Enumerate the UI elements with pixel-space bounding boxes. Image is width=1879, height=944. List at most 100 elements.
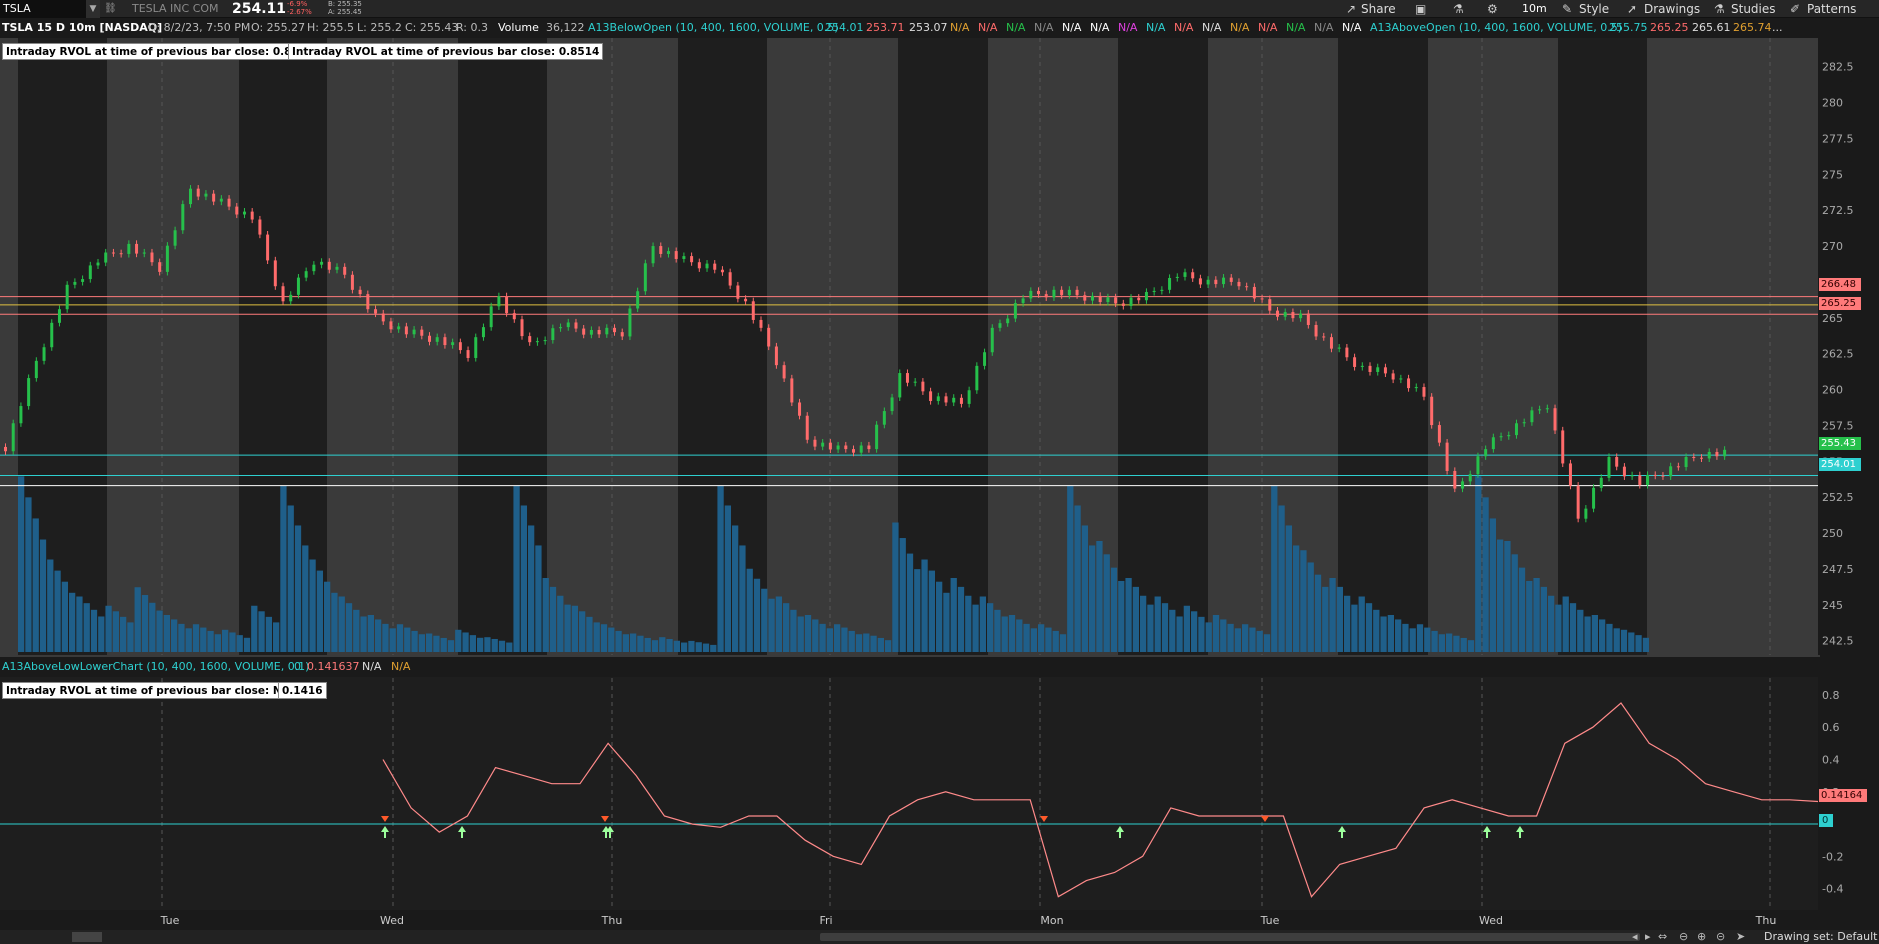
volume-bar bbox=[120, 616, 127, 652]
volume-bar bbox=[651, 640, 659, 652]
candle-body bbox=[327, 261, 331, 270]
price-tag-red-2: 265.25 bbox=[1819, 297, 1861, 310]
zoom-out-icon[interactable]: ⊖ bbox=[1679, 930, 1688, 944]
volume-bar bbox=[1409, 628, 1416, 652]
volume-bar bbox=[287, 505, 294, 652]
candle-body bbox=[589, 329, 593, 335]
volume-bar bbox=[1067, 485, 1074, 652]
volume-bar bbox=[630, 633, 637, 652]
scroll-right-icon[interactable]: ▸ bbox=[1645, 930, 1651, 944]
volume-bar bbox=[1169, 609, 1176, 652]
candle-body bbox=[1684, 456, 1688, 468]
volume-bar bbox=[1387, 615, 1394, 652]
collapse-pane-icon[interactable] bbox=[72, 932, 102, 942]
lower-study-value4: N/A bbox=[391, 660, 411, 673]
candle-body bbox=[605, 327, 609, 335]
candle-body bbox=[1322, 336, 1326, 338]
volume-bar bbox=[171, 619, 178, 652]
candle-body bbox=[720, 269, 724, 273]
candle-body bbox=[350, 274, 354, 290]
volume-bar bbox=[1351, 604, 1358, 652]
candle-body bbox=[466, 350, 470, 358]
volume-bar bbox=[1191, 611, 1198, 652]
zoom-fit-icon[interactable]: ⊝ bbox=[1716, 930, 1725, 944]
scroll-left-icon[interactable]: ◂ bbox=[1632, 930, 1638, 944]
candle-body bbox=[643, 263, 647, 292]
candle-body bbox=[1360, 365, 1364, 367]
candle-body bbox=[204, 193, 208, 197]
candle-body bbox=[374, 309, 378, 314]
candle-body bbox=[219, 198, 223, 202]
volume-bar bbox=[447, 640, 455, 652]
candle-body bbox=[929, 391, 933, 402]
lower-study-value2: 0.141637 bbox=[307, 660, 360, 673]
volume-bar bbox=[25, 497, 32, 652]
volume-bar bbox=[724, 505, 731, 652]
candle-body bbox=[798, 402, 802, 416]
candle-body bbox=[728, 272, 732, 286]
volume-bar bbox=[1577, 609, 1584, 652]
candle-body bbox=[1561, 430, 1565, 464]
volume-bar bbox=[1395, 619, 1402, 652]
volume-bar bbox=[549, 586, 557, 652]
volume-bar bbox=[1176, 616, 1183, 652]
candle-body bbox=[1607, 456, 1611, 478]
drawing-set[interactable]: Drawing set: Default bbox=[1764, 930, 1877, 944]
candle-body bbox=[1306, 313, 1310, 325]
lower-study-value3: N/A bbox=[362, 660, 382, 673]
volume-bar bbox=[1314, 574, 1322, 652]
volume-bar bbox=[1380, 616, 1387, 652]
volume-bar bbox=[950, 578, 957, 652]
volume-bar bbox=[1497, 539, 1504, 652]
rvol-box-2: Intraday RVOL at time of previous bar cl… bbox=[288, 43, 604, 60]
candle-body bbox=[389, 321, 393, 330]
candle-body bbox=[281, 286, 285, 302]
candle-body bbox=[559, 327, 563, 329]
volume-bar bbox=[987, 603, 994, 652]
time-scrollbar[interactable] bbox=[820, 933, 1640, 941]
price-tick-label: 257.5 bbox=[1822, 419, 1854, 432]
candle-body bbox=[489, 306, 493, 328]
volume-bar bbox=[1642, 637, 1649, 652]
cursor-mode-icon[interactable]: ➤ bbox=[1736, 930, 1745, 944]
candle-body bbox=[242, 211, 246, 215]
candle-body bbox=[50, 322, 54, 348]
lower-tick-label: 0.8 bbox=[1822, 689, 1840, 702]
volume-bar bbox=[258, 611, 265, 652]
candle-body bbox=[1191, 272, 1195, 279]
zoom-in-icon[interactable]: ⊕ bbox=[1697, 930, 1706, 944]
price-tick-label: 242.5 bbox=[1822, 635, 1854, 648]
chart-canvas[interactable]: 282.5280277.5275272.5270267.5265262.5260… bbox=[0, 0, 1879, 930]
candle-body bbox=[782, 365, 786, 379]
candle-body bbox=[428, 335, 431, 342]
candle-body bbox=[1499, 436, 1503, 438]
candle-body bbox=[597, 329, 601, 335]
candle-body bbox=[443, 337, 447, 346]
volume-bar bbox=[83, 603, 90, 652]
candle-body bbox=[1592, 487, 1596, 509]
candle-body bbox=[1252, 286, 1256, 299]
session-band bbox=[1338, 38, 1428, 655]
candle-body bbox=[1106, 297, 1110, 303]
session-shading bbox=[0, 38, 1818, 910]
candle-body bbox=[859, 445, 863, 453]
volume-bar bbox=[1526, 580, 1533, 652]
candle-body bbox=[921, 381, 925, 392]
volume-bar bbox=[76, 596, 83, 652]
price-tick-label: 250 bbox=[1822, 527, 1843, 540]
candle-body bbox=[828, 442, 832, 450]
volume-bar bbox=[797, 616, 804, 652]
price-tick-label: 247.5 bbox=[1822, 563, 1854, 576]
candle-body bbox=[543, 340, 547, 342]
candle-body bbox=[474, 337, 478, 358]
candle-body bbox=[1013, 303, 1017, 319]
lower-tick-label: -0.2 bbox=[1822, 850, 1843, 863]
volume-bar bbox=[579, 611, 586, 652]
expand-icon[interactable]: ⇔ bbox=[1658, 930, 1667, 944]
price-tick-label: 270 bbox=[1822, 240, 1843, 253]
volume-bar bbox=[608, 627, 615, 652]
volume-bar bbox=[1198, 616, 1205, 652]
candle-body bbox=[42, 347, 46, 361]
time-tick-label: Tue bbox=[1260, 914, 1280, 927]
volume-bar bbox=[1293, 545, 1300, 652]
